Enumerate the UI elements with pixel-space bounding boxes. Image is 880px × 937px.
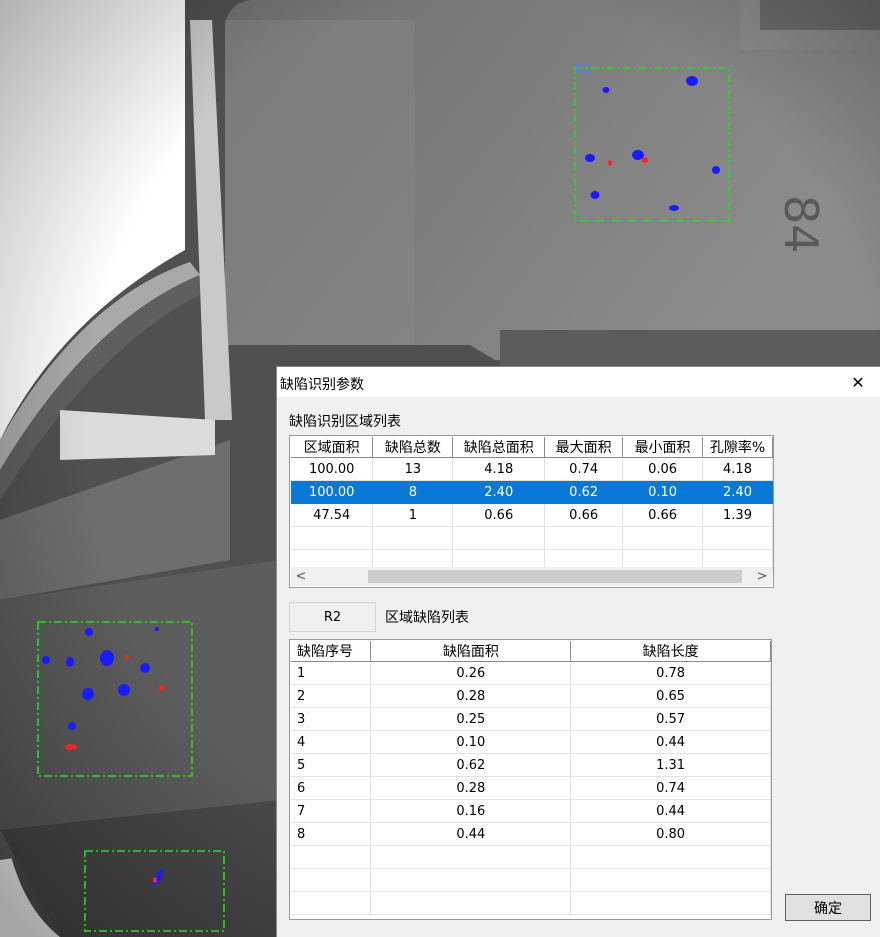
table-row[interactable]: 1 0.26 0.78 (291, 661, 771, 685)
cell: 100.00 (291, 457, 374, 481)
col-header[interactable]: 缺陷长度 (570, 641, 771, 662)
close-icon: ✕ (851, 372, 865, 392)
defect-list-label: 区域缺陷列表 (385, 610, 469, 626)
cell: 0.28 (370, 684, 572, 708)
cell: 0.44 (570, 730, 771, 754)
scrollbar-thumb[interactable] (368, 570, 742, 583)
defect-table[interactable]: 缺陷序号 缺陷面积 缺陷长度 1 0.26 0.78 2 0.28 0.65 3 0.25… (289, 639, 772, 920)
col-header[interactable]: 缺陷总面积 (452, 437, 546, 458)
cell: 0.78 (570, 661, 771, 685)
cell: 8 (372, 480, 454, 504)
cell: 0.57 (570, 707, 771, 731)
cell: 0.26 (370, 661, 572, 685)
cell: 0.66 (544, 503, 624, 527)
cell: 1.39 (702, 503, 773, 527)
table-row[interactable]: 2 0.28 0.65 (291, 684, 771, 708)
cell: 0.44 (370, 822, 572, 846)
region-table[interactable]: 区域面积 缺陷总数 缺陷总面积 最大面积 最小面积 孔隙率% 100.00 13… (289, 435, 774, 588)
table-row[interactable]: 4 0.10 0.44 (291, 730, 771, 754)
cell: 47.54 (291, 503, 374, 527)
chevron-left-icon: < (295, 569, 307, 584)
ok-button[interactable]: 确定 (785, 894, 871, 921)
col-header[interactable]: 最小面积 (622, 437, 704, 458)
cell: 0.06 (622, 457, 704, 481)
cell: 0.28 (370, 776, 572, 800)
region-list-label: 缺陷识别区域列表 (289, 414, 401, 430)
cell: 2.40 (702, 480, 773, 504)
table-row[interactable]: 100.00 13 4.18 0.74 0.06 4.18 (291, 457, 773, 481)
close-button[interactable]: ✕ (836, 367, 880, 397)
cell: 6 (291, 776, 372, 800)
table-row[interactable]: 6 0.28 0.74 (291, 776, 771, 800)
cell: 0.80 (570, 822, 771, 846)
cell: 1.31 (570, 753, 771, 777)
cell: 0.74 (544, 457, 624, 481)
empty-row (291, 868, 771, 892)
col-header[interactable]: 最大面积 (544, 437, 624, 458)
cell: 1 (372, 503, 454, 527)
defect-table-header: 缺陷序号 缺陷面积 缺陷长度 (291, 641, 771, 662)
defect-params-dialog: 缺陷识别参数 ✕ 缺陷识别区域列表 区域面积 缺陷总数 缺陷总面积 最大面积 最… (276, 366, 880, 937)
col-header[interactable]: 缺陷面积 (370, 641, 572, 662)
cell: 13 (372, 457, 454, 481)
cell: 0.25 (370, 707, 572, 731)
table-row[interactable]: 3 0.25 0.57 (291, 707, 771, 731)
table-row[interactable]: 47.54 1 0.66 0.66 0.66 1.39 (291, 503, 773, 527)
cell: 2 (291, 684, 372, 708)
cell: 5 (291, 753, 372, 777)
cell: 7 (291, 799, 372, 823)
empty-row (291, 845, 771, 869)
col-header[interactable]: 缺陷总数 (372, 437, 454, 458)
cell: 1 (291, 661, 372, 685)
roi-label: R2 (575, 62, 591, 76)
chevron-right-icon: > (756, 569, 768, 584)
cell: 4 (291, 730, 372, 754)
cell: 0.62 (544, 480, 624, 504)
current-region-field: R2 (289, 602, 376, 632)
table-row[interactable]: 7 0.16 0.44 (291, 799, 771, 823)
cell: 0.74 (570, 776, 771, 800)
col-header[interactable]: 区域面积 (291, 437, 374, 458)
cell: 0.10 (370, 730, 572, 754)
cell: 0.62 (370, 753, 572, 777)
title-bar: 缺陷识别参数 ✕ (277, 367, 880, 397)
empty-row (291, 891, 771, 915)
region-table-header: 区域面积 缺陷总数 缺陷总面积 最大面积 最小面积 孔隙率% (291, 437, 773, 458)
table-row[interactable]: 5 0.62 1.31 (291, 753, 771, 777)
table-row[interactable]: 8 0.44 0.80 (291, 822, 771, 846)
horizontal-scrollbar[interactable]: < > (291, 567, 772, 586)
cell: 0.16 (370, 799, 572, 823)
cell: 4.18 (452, 457, 546, 481)
cell: 8 (291, 822, 372, 846)
cell: 0.66 (452, 503, 546, 527)
col-header[interactable]: 缺陷序号 (291, 641, 372, 662)
cell: 2.40 (452, 480, 546, 504)
col-header[interactable]: 孔隙率% (702, 437, 773, 458)
cell: 0.66 (622, 503, 704, 527)
scroll-right-button[interactable]: > (754, 569, 770, 584)
cell: 3 (291, 707, 372, 731)
cell: 100.00 (291, 480, 374, 504)
stamped-text: 84 (774, 195, 828, 254)
cell: 0.44 (570, 799, 771, 823)
cell: 0.65 (570, 684, 771, 708)
scroll-left-button[interactable]: < (293, 569, 309, 584)
dialog-title: 缺陷识别参数 (280, 377, 364, 393)
table-row-selected[interactable]: 100.00 8 2.40 0.62 0.10 2.40 (291, 480, 773, 504)
empty-row (291, 526, 773, 550)
cell: 4.18 (702, 457, 773, 481)
cell: 0.10 (622, 480, 704, 504)
